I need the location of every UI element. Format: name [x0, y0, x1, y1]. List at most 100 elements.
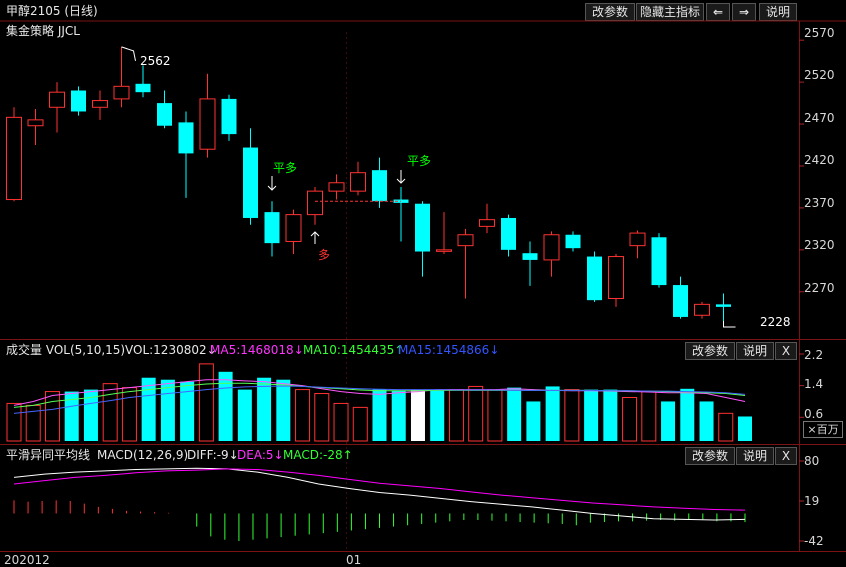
- volume-bar: [6, 402, 22, 442]
- volume-bar: [160, 379, 175, 441]
- candle-body: [522, 253, 538, 260]
- price-tick: 2470: [804, 111, 835, 125]
- candle-body: [415, 203, 430, 252]
- volume-bar: [468, 385, 484, 442]
- macd-tick: -42: [804, 534, 824, 548]
- vol-title: 成交量 VOL(5,10,15): [6, 343, 126, 357]
- candle-body: [651, 237, 667, 286]
- candle-body: [221, 98, 237, 135]
- price-tick: 2270: [804, 281, 835, 295]
- low-price-label: 2228: [760, 315, 791, 329]
- chart-canvas: [0, 20, 846, 552]
- volume-bar: [680, 388, 695, 441]
- candle-body: [178, 122, 194, 154]
- vol-unit-label: ×百万: [803, 421, 843, 438]
- candle-body: [285, 214, 302, 242]
- candle-body: [27, 119, 44, 127]
- vol-ma10: MA10:1454435↑: [303, 343, 405, 357]
- macd-diff: DIFF:-9↓: [187, 448, 239, 462]
- volume-bar: [545, 386, 560, 441]
- candle-body: [328, 182, 345, 192]
- volume-bar: [121, 387, 137, 442]
- candle-body: [71, 90, 86, 112]
- vol-close-button[interactable]: X: [775, 342, 797, 360]
- volume-bar: [314, 393, 330, 442]
- candle-body: [264, 212, 280, 244]
- macd-line: [13, 468, 746, 511]
- volume-bar: [276, 379, 291, 441]
- volume-bar: [295, 389, 311, 442]
- volume-bar: [430, 389, 445, 441]
- price-tick: 2370: [804, 196, 835, 210]
- candle-body: [673, 285, 688, 317]
- candle-body: [587, 256, 602, 301]
- macd-name: MACD(12,26,9): [97, 448, 189, 462]
- candle-body: [436, 249, 452, 252]
- candle-body: [372, 170, 387, 202]
- volume-bar: [257, 377, 272, 441]
- volume-bar: [237, 389, 252, 441]
- volume-bar: [410, 389, 425, 441]
- candle-body: [243, 147, 258, 218]
- volume-bar: [603, 389, 618, 441]
- volume-bar: [564, 389, 580, 442]
- macd-title: 平滑异同平均线: [6, 448, 91, 462]
- low-pointer: [723, 321, 736, 328]
- volume-bar: [641, 391, 657, 442]
- candle-body: [457, 234, 474, 247]
- candle-body: [694, 303, 710, 316]
- candle-body: [6, 116, 22, 201]
- price-tick: 2420: [804, 153, 835, 167]
- flat-long-signal: 平多: [273, 161, 298, 175]
- candle-body: [92, 100, 108, 108]
- vol-ma5: MA5:1468018↓: [210, 343, 304, 357]
- candle-body: [157, 103, 172, 126]
- volume-bar: [141, 377, 156, 441]
- macd-line: [13, 467, 746, 521]
- price-tick: 2320: [804, 238, 835, 252]
- macd-macd: MACD:-28↑: [283, 448, 353, 462]
- volume-bar: [718, 412, 734, 442]
- volume-bar: [526, 401, 541, 441]
- vol-tick: 1.4: [804, 377, 824, 391]
- candle-body: [629, 232, 646, 247]
- volume-bar: [661, 401, 676, 441]
- volume-bar: [622, 397, 638, 442]
- volume-bar: [699, 401, 714, 441]
- macd-close-button[interactable]: X: [775, 447, 797, 465]
- date-tick: 202012: [4, 553, 50, 567]
- volume-bar: [102, 383, 118, 442]
- vol-help-button[interactable]: 说明: [736, 342, 774, 360]
- volume-bar: [352, 406, 368, 442]
- date-tick: 01: [346, 553, 362, 567]
- candle-body: [479, 219, 495, 227]
- candle-body: [135, 83, 151, 93]
- candle-body: [501, 217, 516, 250]
- vol-tick: 2.2: [804, 348, 824, 362]
- candle-body: [199, 98, 216, 150]
- volume-bar: [738, 416, 752, 441]
- candle-body: [716, 304, 731, 307]
- vol-params-button[interactable]: 改参数: [685, 342, 735, 360]
- macd-tick: 80: [804, 454, 820, 468]
- macd-dea: DEA:5↓: [237, 448, 284, 462]
- candle-body: [350, 172, 366, 192]
- volume-bar: [448, 389, 464, 442]
- volume-bar: [507, 387, 522, 441]
- high-price-label: 2562: [140, 54, 171, 68]
- volume-bar: [44, 391, 60, 442]
- vol-tick: 0.6: [804, 407, 824, 421]
- macd-params-button[interactable]: 改参数: [685, 447, 735, 465]
- volume-bar: [218, 371, 233, 441]
- volume-bar: [391, 390, 406, 441]
- candle-body: [49, 91, 65, 108]
- volume-bar: [198, 363, 214, 442]
- macd-help-button[interactable]: 说明: [736, 447, 774, 465]
- volume-bar: [584, 389, 599, 441]
- vol-value: VOL:1230802↓: [125, 343, 217, 357]
- candle-body: [543, 234, 560, 261]
- candle-body: [608, 256, 624, 299]
- candle-body: [113, 85, 130, 100]
- price-tick: 2520: [804, 68, 835, 82]
- vol-ma15: MA15:1454866↓: [398, 343, 500, 357]
